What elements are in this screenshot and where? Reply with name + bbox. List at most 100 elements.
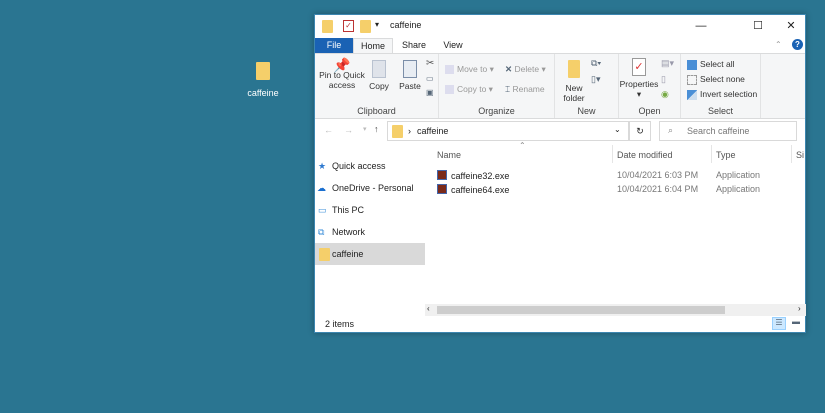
properties-quick-icon[interactable]: ✓ — [343, 20, 354, 32]
history-icon[interactable]: ◉ — [661, 89, 669, 100]
properties-icon: ✓ — [632, 58, 646, 76]
nav-quick-access[interactable]: ★ Quick access — [315, 155, 425, 177]
maximize-button[interactable]: ☐ — [744, 15, 772, 38]
select-group-label: Select — [707, 106, 733, 116]
file-date: 10/04/2021 6:03 PM — [617, 170, 699, 180]
breadcrumb-caffeine[interactable]: caffeine — [417, 126, 448, 136]
details-view-button[interactable]: ☰ — [772, 317, 786, 330]
horizontal-scrollbar[interactable]: ‹ › — [425, 304, 806, 316]
refresh-button[interactable]: ↻ — [629, 121, 651, 141]
clipboard-group-label: Clipboard — [357, 106, 396, 116]
new-group-label: New — [577, 106, 596, 116]
copy-to-button[interactable]: Copy to ▾ — [445, 84, 493, 95]
open-icon[interactable]: ▤▾ — [661, 58, 674, 69]
select-all-button[interactable]: Select all — [687, 59, 735, 70]
new-folder-button[interactable]: New folder — [559, 60, 589, 103]
delete-icon: ✕ — [505, 64, 513, 74]
copy-path-icon[interactable]: ▭ — [426, 74, 434, 83]
up-button[interactable]: ↑ — [374, 124, 379, 134]
properties-button[interactable]: ✓ Properties ▾ — [619, 58, 659, 99]
tab-share[interactable]: Share — [395, 38, 433, 53]
organize-group-label: Organize — [478, 106, 515, 116]
invert-selection-button[interactable]: Invert selection — [687, 89, 757, 100]
column-type[interactable]: Type — [716, 150, 736, 160]
invert-selection-icon — [687, 89, 697, 100]
application-icon — [437, 170, 447, 180]
file-row[interactable]: caffeine64.exe 10/04/2021 6:04 PM Applic… — [437, 184, 797, 195]
large-icons-view-button[interactable]: ▬ — [789, 317, 803, 330]
application-icon — [437, 184, 447, 194]
address-dropdown-icon[interactable]: ⌄ — [614, 125, 621, 134]
folder-icon — [322, 20, 333, 33]
open-group: ✓ Properties ▾ ▤▾ ▯ ◉ Open — [619, 54, 681, 118]
select-group: Select all Select none Invert selection … — [681, 54, 761, 118]
desktop-icon-label: caffeine — [247, 88, 279, 98]
address-input[interactable]: › caffeine ⌄ — [387, 121, 629, 141]
nav-network[interactable]: ⧉ Network — [315, 221, 425, 243]
paste-shortcut-icon[interactable]: ▣ — [426, 88, 434, 97]
search-icon: ⌕ — [668, 125, 674, 135]
column-divider — [711, 145, 712, 163]
paste-button[interactable]: Paste — [397, 60, 423, 91]
select-none-icon — [687, 74, 697, 85]
tab-home[interactable]: Home — [353, 38, 393, 53]
minimize-button[interactable]: — — [687, 15, 715, 38]
select-none-button[interactable]: Select none — [687, 74, 745, 85]
column-date-modified[interactable]: Date modified — [617, 150, 673, 160]
customize-toolbar-icon[interactable]: ▾ — [375, 20, 379, 29]
search-box[interactable]: ⌕ Search caffeine — [659, 121, 797, 141]
move-to-button[interactable]: Move to ▾ — [445, 64, 494, 75]
copy-button[interactable]: Copy — [367, 60, 391, 91]
nav-onedrive[interactable]: ☁ OneDrive - Personal — [315, 177, 425, 199]
new-folder-quick-icon[interactable] — [360, 20, 371, 33]
edit-icon[interactable]: ▯ — [661, 74, 666, 85]
computer-icon: ▭ — [318, 205, 327, 215]
close-button[interactable]: ✕ — [777, 15, 805, 38]
folder-icon — [256, 62, 270, 80]
tab-file[interactable]: File — [315, 38, 353, 53]
file-type: Application — [716, 170, 761, 180]
rename-button[interactable]: ⌶ Rename — [505, 84, 545, 94]
file-explorer-window: ✓ ▾ caffeine — ☐ ✕ File Home Share View … — [314, 14, 806, 333]
column-size[interactable]: Si — [796, 150, 804, 160]
sort-ascending-icon: ⌃ — [519, 141, 526, 150]
pin-to-quick-access-button[interactable]: 📌 Pin to Quick access — [318, 57, 366, 90]
status-item-count: 2 items — [325, 319, 355, 329]
cut-icon[interactable]: ✂ — [426, 58, 434, 69]
new-folder-icon — [568, 60, 580, 78]
file-date: 10/04/2021 6:04 PM — [617, 184, 699, 194]
nav-caffeine[interactable]: caffeine — [315, 243, 425, 265]
ribbon: 📌 Pin to Quick access Copy Paste ✂ ▭ ▣ Cl… — [315, 53, 805, 119]
tab-view[interactable]: View — [437, 38, 469, 53]
recent-locations-icon[interactable]: ▾ — [363, 125, 367, 133]
column-name[interactable]: Name — [437, 150, 461, 160]
scroll-right-button[interactable]: › — [798, 304, 801, 313]
easy-access-icon[interactable]: ▯▾ — [591, 74, 600, 85]
desktop-folder-caffeine[interactable]: caffeine — [245, 62, 281, 98]
file-type: Application — [716, 184, 761, 194]
file-row[interactable]: caffeine32.exe 10/04/2021 6:03 PM Applic… — [437, 170, 797, 181]
scrollbar-thumb[interactable] — [437, 306, 725, 314]
back-button[interactable]: ← — [324, 125, 333, 135]
open-group-label: Open — [638, 106, 661, 116]
scroll-left-button[interactable]: ‹ — [427, 304, 430, 313]
cloud-icon: ☁ — [317, 183, 326, 193]
title-bar: ✓ ▾ caffeine — ☐ ✕ — [315, 15, 805, 38]
delete-button[interactable]: ✕ Delete ▾ — [505, 64, 546, 74]
column-divider — [791, 145, 792, 163]
collapse-ribbon-icon[interactable]: ⌃ — [775, 40, 782, 49]
star-icon: ★ — [318, 161, 327, 171]
refresh-icon: ↻ — [636, 126, 644, 136]
new-group: New folder ⧉▾ ▯▾ New — [555, 54, 619, 118]
new-item-icon[interactable]: ⧉▾ — [591, 58, 601, 69]
folder-icon — [392, 125, 403, 138]
pin-icon: 📌 — [333, 57, 351, 73]
nav-this-pc[interactable]: ▭ This PC — [315, 199, 425, 221]
organize-group: Move to ▾ Copy to ▾ ✕ Delete ▾ ⌶ Rename … — [439, 54, 555, 118]
copy-icon — [372, 60, 386, 78]
help-icon[interactable]: ? — [792, 39, 803, 50]
forward-button[interactable]: → — [344, 125, 353, 135]
address-bar-row: ← → ▾ ↑ › caffeine ⌄ ↻ ⌕ Search caffeine — [315, 119, 805, 143]
select-all-icon — [687, 59, 697, 70]
copy-to-icon — [445, 85, 454, 95]
